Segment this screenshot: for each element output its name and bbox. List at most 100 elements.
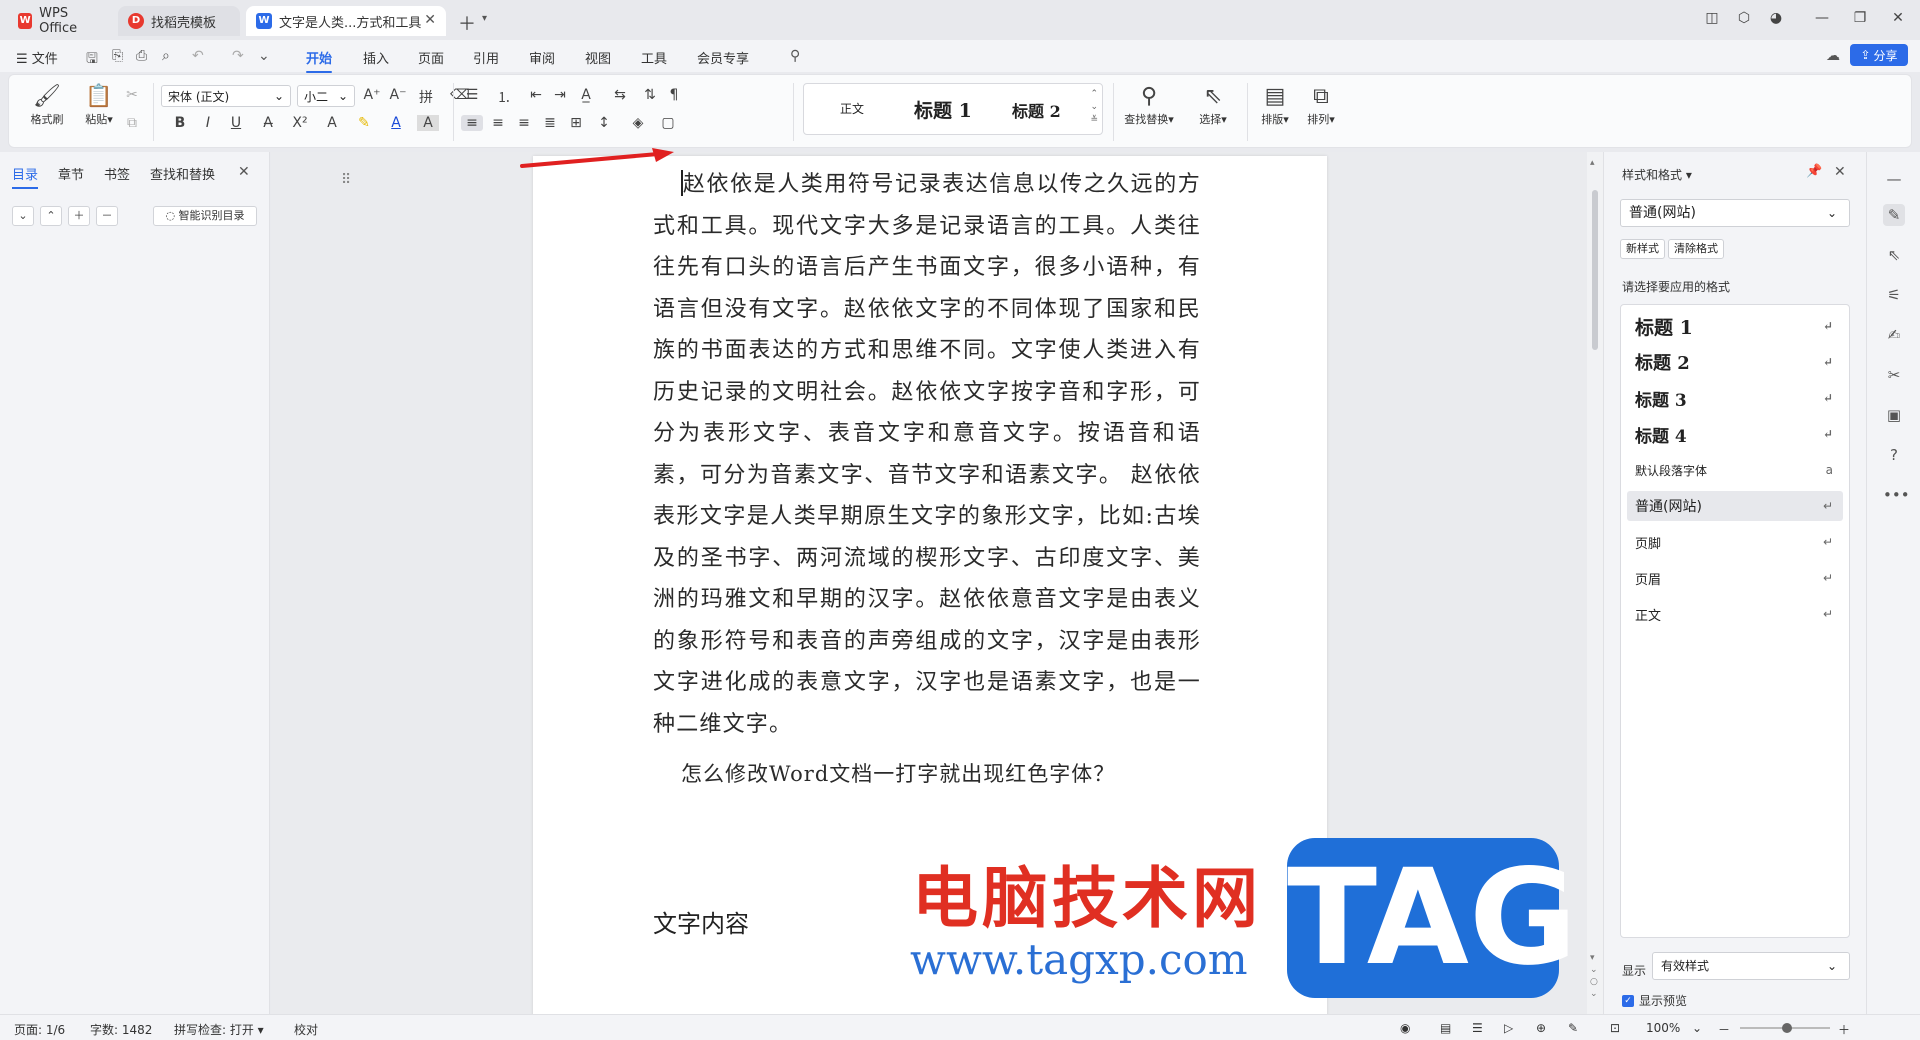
nav-tab-bookmark[interactable]: 书签 [104, 164, 130, 183]
adjust-sliders-icon[interactable]: ⚟ [1883, 284, 1905, 306]
select-cursor-icon[interactable]: ⇖ [1883, 244, 1905, 266]
remove-level-button[interactable]: － [96, 206, 118, 226]
smart-toc-button[interactable]: ◌ 智能识别目录 [153, 206, 257, 226]
zoom-level[interactable]: 100% [1646, 1021, 1680, 1035]
grow-font-icon[interactable]: A⁺ [361, 87, 383, 103]
menu-tab-insert[interactable]: 插入 [363, 48, 389, 67]
align-center-icon[interactable]: ≡ [487, 115, 509, 131]
highlight-icon[interactable]: ✎ [353, 115, 375, 131]
body-paragraph[interactable]: 赵依依是人类用符号记录表达信息以传之久远的方式和工具。现代文字大多是记录语言的工… [653, 164, 1201, 745]
help-icon[interactable]: ? [1883, 444, 1905, 466]
align-right-icon[interactable]: ≡ [513, 115, 535, 131]
quick-access-more-icon[interactable]: ⌄ [258, 48, 270, 64]
chevron-down-icon[interactable]: ▾ [482, 13, 487, 24]
distributed-icon[interactable]: ⊞ [565, 115, 587, 131]
more-icon[interactable]: ••• [1883, 484, 1910, 506]
font-color-icon[interactable]: A [385, 115, 407, 131]
line-spacing-icon[interactable]: ↕ [593, 115, 615, 131]
new-style-button[interactable]: 新样式 [1620, 239, 1665, 259]
superscript-icon[interactable]: X² [289, 115, 311, 131]
zoom-out-icon[interactable]: － [1718, 1021, 1730, 1038]
increase-indent-icon[interactable]: ⇥ [549, 87, 571, 103]
tab-wps-office[interactable]: W WPS Office [8, 6, 112, 36]
copy-icon[interactable]: ⧉ [121, 115, 143, 131]
zoom-in-icon[interactable]: ＋ [1838, 1021, 1850, 1038]
menu-tab-tools[interactable]: 工具 [641, 48, 667, 67]
underline-icon[interactable]: U [225, 115, 247, 131]
close-tab-icon[interactable]: ✕ [424, 12, 436, 28]
zoom-dropdown-icon[interactable]: ⌄ [1692, 1021, 1702, 1035]
new-tab-icon[interactable]: ＋ [458, 10, 476, 36]
gallery-scroll-icon[interactable]: ⌃ ⌄ ≚ [1090, 88, 1098, 127]
search-icon[interactable]: ⚲ [790, 48, 800, 64]
style-item-heading4[interactable]: 标题 4 ↵ [1627, 419, 1843, 449]
undo-icon[interactable]: ↶ [192, 48, 204, 64]
web-view-icon[interactable]: ⊕ [1536, 1021, 1546, 1035]
menu-tab-view[interactable]: 视图 [585, 48, 611, 67]
spell-check-toggle[interactable]: 拼写检查: 打开 ▾ [174, 1021, 264, 1038]
find-replace-button[interactable]: ⚲ 查找替换▾ [1117, 83, 1181, 127]
style-item-normal-web[interactable]: 普通(网站) ↵ [1627, 491, 1843, 521]
text-direction-icon[interactable]: ⇆ [609, 87, 631, 103]
shading-icon[interactable]: ◈ [627, 115, 649, 131]
menu-tab-member[interactable]: 会员专享 [697, 48, 749, 67]
decrease-indent-icon[interactable]: ⇤ [525, 87, 547, 103]
arrange-button[interactable]: ⧉ 排列▾ [1297, 83, 1345, 127]
nav-tab-chapter[interactable]: 章节 [58, 164, 84, 183]
fit-page-icon[interactable]: ⊡ [1610, 1021, 1620, 1035]
add-level-button[interactable]: ＋ [68, 206, 90, 226]
word-count[interactable]: 字数: 1482 [90, 1021, 152, 1038]
align-left-icon[interactable]: ≡ [461, 115, 483, 131]
avatar[interactable]: ◕ [1766, 10, 1786, 26]
write-mode-icon[interactable]: ✎ [1568, 1021, 1578, 1035]
outline-view-icon[interactable]: ☰ [1472, 1021, 1483, 1035]
style-item-default-font[interactable]: 默认段落字体 a [1627, 455, 1843, 485]
cloud-sync-icon[interactable]: ☁ [1826, 48, 1840, 64]
collapse-down-button[interactable]: ⌄ [12, 206, 34, 226]
page-view-icon[interactable]: ▤ [1440, 1021, 1451, 1035]
shrink-font-icon[interactable]: A⁻ [387, 87, 409, 103]
cube-icon[interactable]: ⬡ [1734, 10, 1754, 26]
redo-icon[interactable]: ↷ [232, 48, 244, 64]
gallery-style-heading1[interactable]: 标题 1 [914, 96, 972, 123]
bold-icon[interactable]: B [169, 115, 191, 131]
eye-protection-icon[interactable]: ◉ [1400, 1021, 1410, 1035]
style-item-footer[interactable]: 页脚 ↵ [1627, 527, 1843, 557]
nav-tab-find-replace[interactable]: 查找和替换 [150, 164, 215, 183]
close-window-icon[interactable]: ✕ [1888, 10, 1908, 26]
sort-icon[interactable]: ⇅ [639, 87, 661, 103]
text-effect-icon[interactable]: A [321, 115, 343, 131]
bullet-list-icon[interactable]: ☰ [461, 87, 483, 103]
tab-template[interactable]: D 找稻壳模板 [118, 6, 240, 36]
print-preview-icon[interactable]: ⌕ [162, 48, 170, 64]
restore-icon[interactable]: ❐ [1850, 10, 1870, 26]
menu-tab-page[interactable]: 页面 [418, 48, 444, 67]
menu-tab-home[interactable]: 开始 [306, 48, 333, 73]
minimize-icon[interactable]: — [1812, 10, 1832, 26]
proofread-button[interactable]: 校对 [294, 1021, 318, 1038]
style-item-heading3[interactable]: 标题 3 ↵ [1627, 383, 1843, 413]
paste-button[interactable]: 📋 粘贴▾ [77, 83, 121, 127]
page-indicator[interactable]: 页面: 1/6 [14, 1021, 65, 1038]
italic-icon[interactable]: I [197, 115, 219, 131]
style-item-heading1[interactable]: 标题 1 ↵ [1627, 311, 1843, 341]
chinese-layout-icon[interactable]: A̲ [575, 87, 597, 103]
justify-icon[interactable]: ≣ [539, 115, 561, 131]
library-icon[interactable]: ▣ [1883, 404, 1905, 426]
page-nav-icons[interactable]: ▾ ⌄ ○ ⌄ [1590, 952, 1598, 1000]
show-filter-select[interactable]: 有效样式 ⌄ [1652, 952, 1850, 980]
scroll-up-icon[interactable]: ▴ [1590, 158, 1595, 168]
current-style-select[interactable]: 普通(网站) ⌄ [1620, 199, 1850, 227]
drag-handle-icon[interactable]: ⠿ [341, 172, 351, 188]
zoom-slider[interactable] [1740, 1023, 1830, 1033]
numbered-list-icon[interactable]: ⒈ [493, 87, 515, 107]
question-paragraph[interactable]: 怎么修改Word文档一打字就出现红色字体？ [653, 758, 1201, 788]
show-preview-checkbox[interactable]: ✓ 显示预览 [1622, 992, 1687, 1009]
font-size-select[interactable]: 小二 ⌄ [297, 85, 355, 107]
font-name-select[interactable]: 宋体 (正文) ⌄ [161, 85, 291, 107]
nav-tab-toc[interactable]: 目录 [12, 164, 39, 189]
export-icon[interactable]: ⎘ [112, 48, 123, 64]
border-icon[interactable]: ▢ [657, 115, 679, 131]
gallery-style-heading2[interactable]: 标题 2 [1012, 98, 1061, 122]
file-menu[interactable]: ☰ 文件 [16, 48, 58, 67]
